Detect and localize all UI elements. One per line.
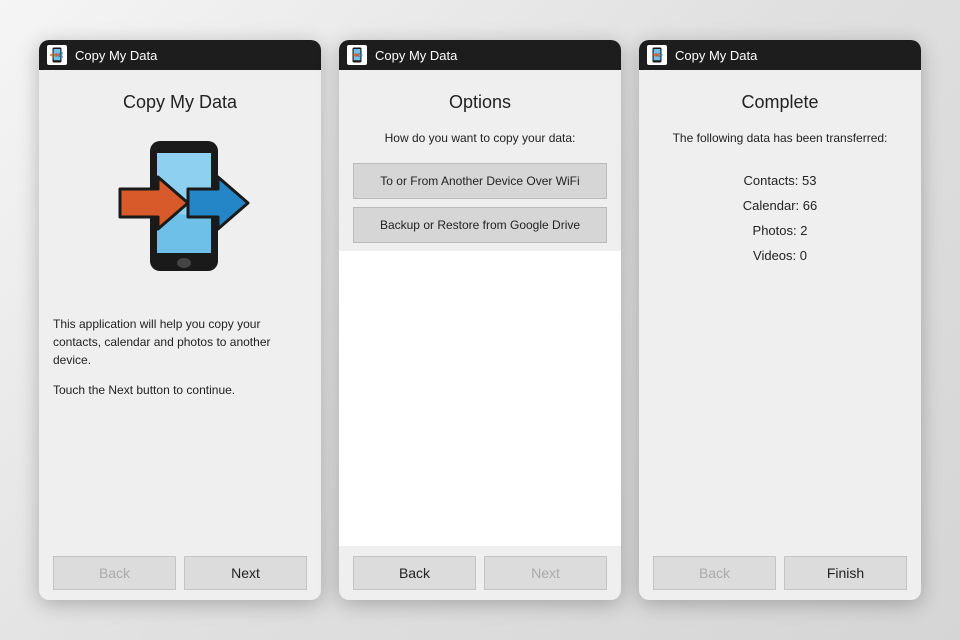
page-title: Options bbox=[339, 92, 621, 113]
app-name: Copy My Data bbox=[375, 48, 457, 63]
screen-options: Copy My Data Options How do you want to … bbox=[339, 40, 621, 600]
result-contacts: Contacts: 53 bbox=[653, 173, 907, 188]
footer-nav: Back Finish bbox=[653, 546, 907, 590]
complete-subtitle: The following data has been transferred: bbox=[653, 131, 907, 145]
next-button[interactable]: Next bbox=[184, 556, 307, 590]
screen-intro: Copy My Data Copy My Data This applicati… bbox=[39, 40, 321, 600]
back-button: Back bbox=[53, 556, 176, 590]
back-button[interactable]: Back bbox=[353, 556, 476, 590]
app-name: Copy My Data bbox=[675, 48, 757, 63]
page-title: Complete bbox=[653, 92, 907, 113]
transfer-illustration bbox=[53, 131, 307, 281]
titlebar: Copy My Data bbox=[39, 40, 321, 70]
page-title: Copy My Data bbox=[53, 92, 307, 113]
option-wifi[interactable]: To or From Another Device Over WiFi bbox=[353, 163, 607, 199]
result-videos: Videos: 0 bbox=[653, 248, 907, 263]
app-icon bbox=[347, 45, 367, 65]
results-list: Contacts: 53 Calendar: 66 Photos: 2 Vide… bbox=[653, 163, 907, 273]
back-button: Back bbox=[653, 556, 776, 590]
content-area: Options How do you want to copy your dat… bbox=[339, 70, 621, 600]
content-area: Copy My Data This application will help … bbox=[39, 70, 321, 600]
options-list: To or From Another Device Over WiFi Back… bbox=[339, 163, 621, 251]
app-icon bbox=[647, 45, 667, 65]
screen-complete: Copy My Data Complete The following data… bbox=[639, 40, 921, 600]
options-subtitle: How do you want to copy your data: bbox=[339, 131, 621, 145]
content-area: Complete The following data has been tra… bbox=[639, 70, 921, 600]
empty-area bbox=[339, 251, 621, 546]
intro-description-1: This application will help you copy your… bbox=[53, 315, 307, 369]
intro-text: This application will help you copy your… bbox=[53, 315, 307, 411]
option-google-drive[interactable]: Backup or Restore from Google Drive bbox=[353, 207, 607, 243]
footer-nav: Back Next bbox=[53, 546, 307, 590]
app-name: Copy My Data bbox=[75, 48, 157, 63]
app-icon bbox=[47, 45, 67, 65]
titlebar: Copy My Data bbox=[639, 40, 921, 70]
finish-button[interactable]: Finish bbox=[784, 556, 907, 590]
titlebar: Copy My Data bbox=[339, 40, 621, 70]
result-photos: Photos: 2 bbox=[653, 223, 907, 238]
result-calendar: Calendar: 66 bbox=[653, 198, 907, 213]
footer-nav: Back Next bbox=[339, 546, 621, 590]
next-button: Next bbox=[484, 556, 607, 590]
intro-description-2: Touch the Next button to continue. bbox=[53, 381, 307, 399]
